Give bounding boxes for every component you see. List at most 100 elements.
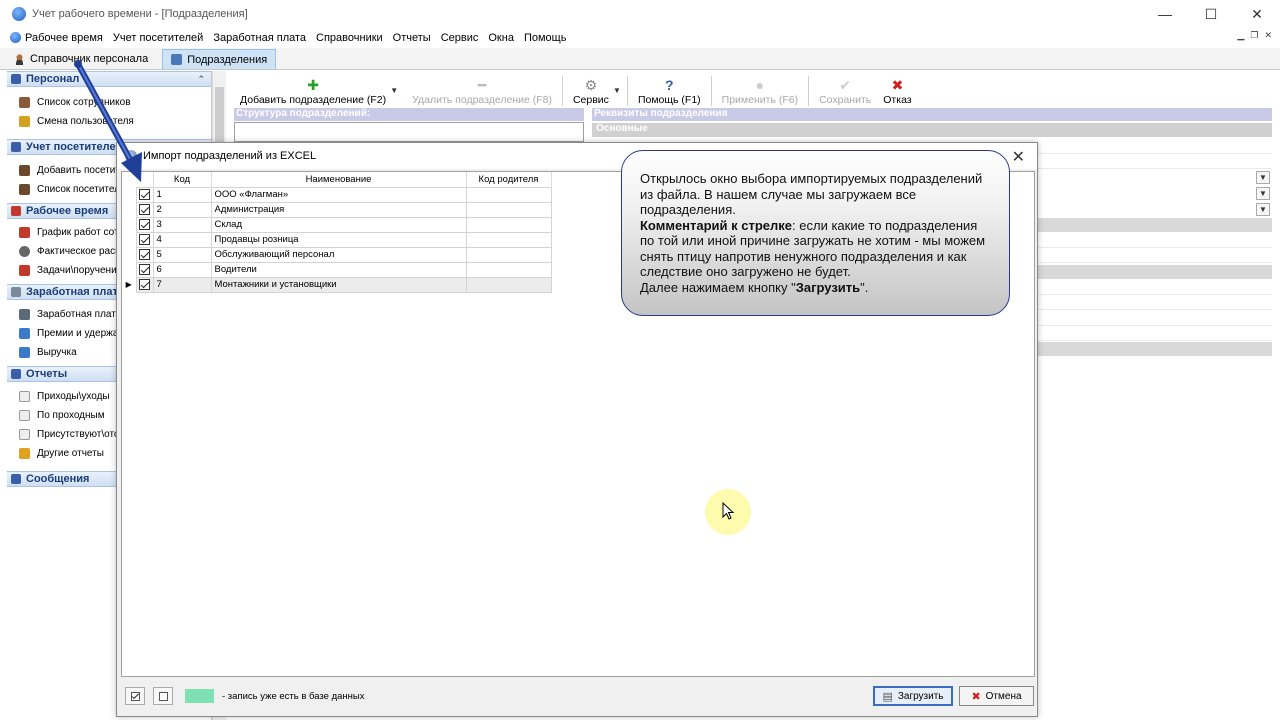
mouse-cursor-icon: [722, 502, 735, 520]
prop-group-row[interactable]: [1038, 342, 1272, 356]
row-checkbox[interactable]: [139, 263, 150, 275]
table-row-selected[interactable]: ▶ 7 Монтажники и установщики: [122, 276, 552, 293]
prop-row[interactable]: [1038, 312, 1272, 326]
toolbar-separator: [710, 76, 712, 106]
nav-group-staff[interactable]: Персонал ⌃: [7, 71, 211, 87]
service-button[interactable]: ⚙ Сервис ▼: [567, 74, 621, 106]
row-checkbox[interactable]: [139, 278, 150, 290]
row-checkbox[interactable]: [139, 203, 150, 215]
table-row[interactable]: 6 Водители: [122, 261, 552, 278]
cell-code: 7: [152, 276, 212, 293]
save-button[interactable]: ✔ Сохранить: [813, 74, 877, 106]
prop-group-row[interactable]: [1038, 265, 1272, 279]
app-icon: [12, 7, 26, 21]
menu-item-visitors[interactable]: Учет посетителей: [113, 32, 203, 44]
checkbox-column-header: [136, 172, 154, 187]
row-checkbox[interactable]: [139, 248, 150, 260]
load-button[interactable]: ▤ Загрузить: [873, 686, 953, 706]
mdi-minimize-icon[interactable]: ▁: [1237, 30, 1244, 41]
menu-item-windows[interactable]: Окна: [488, 32, 514, 44]
row-checkbox[interactable]: [139, 218, 150, 230]
column-header-code[interactable]: Код: [153, 172, 212, 187]
maximize-icon[interactable]: ☐: [1188, 0, 1234, 28]
menu-item-reports[interactable]: Отчеты: [393, 32, 431, 44]
props-group-main[interactable]: Основные: [592, 123, 1272, 137]
nav-item-change-user[interactable]: Смена пользователя: [7, 112, 211, 131]
chevron-down-icon[interactable]: ▼: [1256, 203, 1270, 216]
key-icon: [19, 116, 30, 127]
checkbox-checked-icon: [130, 691, 140, 701]
cancel-button[interactable]: ✖ Отмена: [959, 686, 1034, 706]
check-all-button[interactable]: [125, 687, 145, 705]
window-titlebar: Учет рабочего времени - [Подразделения] …: [0, 0, 1280, 28]
cell-name: Монтажники и установщики: [210, 276, 467, 293]
mdi-controls: ▁ ❐ ✕: [1237, 30, 1272, 41]
menu-item-references[interactable]: Справочники: [316, 32, 383, 44]
prop-row[interactable]: [1038, 281, 1272, 295]
table-row[interactable]: 5 Обслуживающий персонал: [122, 246, 552, 263]
tab-staff-directory[interactable]: Справочник персонала: [6, 49, 156, 69]
window-title: Учет рабочего времени - [Подразделения]: [32, 8, 248, 20]
prop-row[interactable]: [1038, 234, 1272, 248]
cell-code: 6: [152, 261, 212, 278]
menu-item-service[interactable]: Сервис: [441, 32, 479, 44]
close-icon[interactable]: ✕: [1234, 0, 1280, 28]
menu-item-salary[interactable]: Заработная плата: [213, 32, 306, 44]
toolbar-separator: [626, 76, 628, 106]
prop-row[interactable]: [1038, 249, 1272, 263]
close-icon[interactable]: ✕: [1012, 147, 1025, 167]
add-department-button[interactable]: ✚ Добавить подразделение (F2) ▼: [234, 74, 398, 106]
table-row[interactable]: 2 Администрация: [122, 201, 552, 218]
table-row[interactable]: 1 ООО «Флагман»: [122, 186, 552, 203]
excel-import-icon: [125, 150, 137, 162]
callout-text-3a: Далее нажимаем кнопку ": [640, 279, 796, 295]
row-indicator: [122, 247, 136, 262]
table-row[interactable]: 3 Склад: [122, 216, 552, 233]
prop-row[interactable]: [1038, 140, 1272, 154]
column-header-parent-code[interactable]: Код родителя: [466, 172, 552, 187]
delete-department-button[interactable]: ━ Удалить подразделение (F8): [406, 74, 558, 106]
cell-parent: [465, 186, 552, 203]
tutorial-callout: Открылось окно выбора импортируемых подр…: [621, 150, 1010, 316]
chevron-down-icon[interactable]: ▼: [1256, 187, 1270, 200]
structure-panel-header: Структура подразделений:: [234, 108, 584, 121]
apply-button[interactable]: ● Применить (F6): [716, 74, 804, 106]
table-row[interactable]: 4 Продавцы розница: [122, 231, 552, 248]
uncheck-all-button[interactable]: [153, 687, 173, 705]
current-row-indicator-icon: ▶: [122, 277, 136, 292]
cell-parent: [465, 201, 552, 218]
chevron-down-icon[interactable]: ▼: [390, 86, 398, 95]
cross-icon: ✖: [891, 77, 904, 93]
help-icon: ?: [665, 77, 674, 93]
cell-name: Администрация: [210, 201, 467, 218]
menu-item-help[interactable]: Помощь: [524, 32, 567, 44]
gear-icon: ⚙: [584, 77, 598, 93]
chevron-down-icon[interactable]: ▼: [613, 86, 621, 95]
folder-icon: [19, 448, 30, 459]
row-indicator-header: [122, 172, 136, 187]
help-button[interactable]: ? Помощь (F1): [632, 74, 707, 106]
mdi-restore-icon[interactable]: ❐: [1250, 30, 1258, 41]
cancel-toolbar-button[interactable]: ✖ Отказ: [877, 74, 917, 106]
menu-item-work-time[interactable]: Рабочее время: [10, 32, 103, 44]
prop-row[interactable]: [1038, 327, 1272, 341]
prop-row[interactable]: [1038, 296, 1272, 310]
row-checkbox[interactable]: [139, 233, 150, 245]
structure-search-field[interactable]: [234, 122, 584, 142]
window-controls: — ☐ ✕: [1142, 0, 1280, 28]
departments-icon: [171, 54, 183, 65]
legend-text: - запись уже есть в базе данных: [222, 691, 365, 702]
cell-name: Обслуживающий персонал: [210, 246, 467, 263]
document-icon: [19, 410, 30, 421]
nav-item-employee-list[interactable]: Список сотрудников: [7, 93, 211, 112]
legend-swatch: [185, 689, 214, 703]
minimize-icon[interactable]: —: [1142, 0, 1188, 28]
mdi-close-icon[interactable]: ✕: [1264, 30, 1272, 41]
row-checkbox[interactable]: [139, 188, 150, 200]
chevron-down-icon[interactable]: ▼: [1256, 171, 1270, 184]
prop-row[interactable]: [1038, 155, 1272, 169]
collapse-icon[interactable]: ⌃: [197, 74, 205, 85]
tab-departments[interactable]: Подразделения: [162, 49, 277, 69]
prop-group-row[interactable]: [1038, 218, 1272, 232]
column-header-name[interactable]: Наименование: [211, 172, 467, 187]
